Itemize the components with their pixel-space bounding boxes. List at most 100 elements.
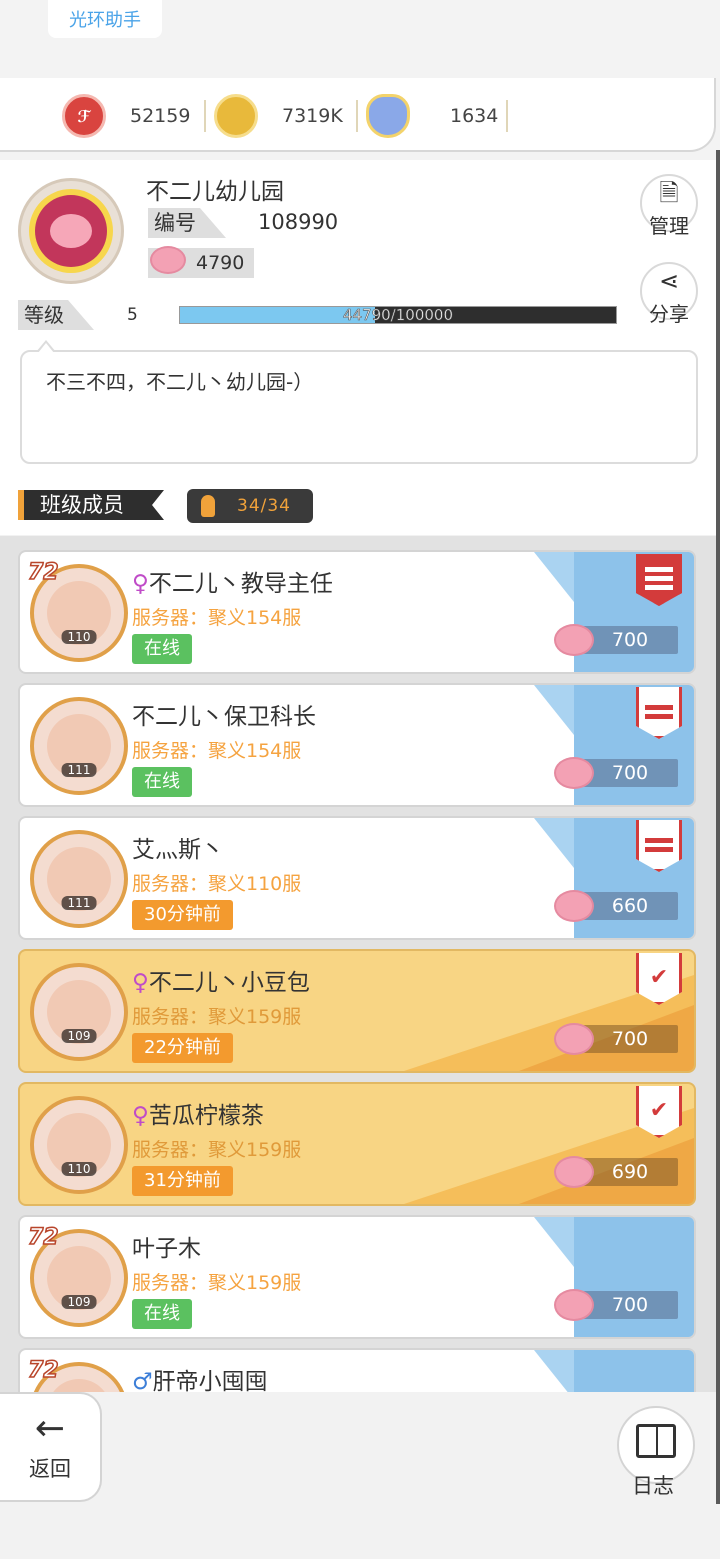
piggy-bank-icon <box>554 1289 594 1321</box>
member-avatar[interactable]: 110 <box>30 1096 128 1194</box>
gender-icon: ♀ <box>132 970 149 996</box>
member-name-line: 艾灬斯丶 <box>132 830 224 864</box>
member-card[interactable]: 72 ♂肝帝小囤囤 <box>18 1348 696 1392</box>
member-level: 109 <box>61 1295 97 1309</box>
member-contribution: 700 <box>554 1289 678 1321</box>
member-server: 服务器：聚义110服 <box>132 873 302 895</box>
club-logo <box>18 178 124 284</box>
member-count-badge: 34/34 <box>187 489 313 523</box>
member-level: 110 <box>61 1162 97 1176</box>
member-avatar[interactable]: 72 110 <box>27 559 128 662</box>
pig-value: 4790 <box>196 252 245 274</box>
club-name: 不二儿幼儿园 <box>146 179 284 205</box>
contribution-value: 690 <box>582 1158 678 1186</box>
member-status: 31分钟前 <box>132 1166 233 1196</box>
member-name: 叶子木 <box>132 1236 201 1262</box>
progress-text: 44790/100000 <box>342 306 454 324</box>
member-level: 110 <box>61 630 97 644</box>
member-name: 肝帝小囤囤 <box>152 1369 268 1392</box>
member-level: 111 <box>61 763 97 777</box>
share-button[interactable]: ⋖ 分享 <box>640 262 698 326</box>
member-name: 苦瓜柠檬茶 <box>148 1103 264 1129</box>
member-server: 服务器：聚义154服 <box>132 740 302 762</box>
member-count: 34/34 <box>237 496 291 516</box>
manage-button[interactable]: 🗎 管理 <box>640 174 698 238</box>
member-card[interactable]: 72 110 ♀不二儿丶教导主任 服务器：聚义154服 在线 700 <box>18 550 696 674</box>
member-server: 服务器：聚义159服 <box>132 1139 302 1161</box>
avatar-frame-badge: 72 <box>27 1224 59 1251</box>
share-icon: ⋖ <box>658 267 680 295</box>
id-value: 108990 <box>258 210 339 234</box>
back-label: 返回 <box>29 1457 71 1481</box>
contribution-value: 700 <box>582 626 678 654</box>
back-button[interactable]: ← 返回 <box>0 1392 102 1502</box>
member-contribution: 690 <box>554 1156 678 1188</box>
divider <box>506 100 508 132</box>
crystal-ring-icon <box>366 94 410 138</box>
helper-tag[interactable]: 光环助手 <box>48 0 162 38</box>
member-name-line: ♀苦瓜柠檬茶 <box>132 1096 264 1130</box>
contribution-value: 700 <box>582 1291 678 1319</box>
book-icon <box>636 1424 676 1458</box>
resource-crystal[interactable]: 1634 <box>366 94 499 138</box>
level-label: 等级 <box>18 300 94 330</box>
resource-bar: ℱ 52159 7319K 1634 <box>0 78 716 152</box>
top-header: 光环助手 ℱ 52159 7319K 1634 <box>0 0 720 160</box>
member-card[interactable]: 111 艾灬斯丶 服务器：聚义110服 30分钟前 660 <box>18 816 696 940</box>
member-server: 服务器：聚义159服 <box>132 1006 302 1028</box>
member-status: 在线 <box>132 767 192 797</box>
member-contribution: 700 <box>554 757 678 789</box>
gender-icon: ♂ <box>132 1369 153 1392</box>
piggy-bank-icon <box>554 624 594 656</box>
resource-coin[interactable]: 7319K <box>214 94 343 138</box>
piggy-bank-icon <box>554 890 594 922</box>
member-name: 不二儿丶小豆包 <box>148 970 310 996</box>
member-card[interactable]: 110 ♀苦瓜柠檬茶 服务器：聚义159服 31分钟前 ✔ 690 <box>18 1082 696 1206</box>
member-name-line: ♀不二儿丶教导主任 <box>132 564 333 598</box>
divider <box>356 100 358 132</box>
back-arrow-icon: ← <box>34 1408 66 1449</box>
member-status: 在线 <box>132 1299 192 1329</box>
log-label: 日志 <box>632 1474 674 1498</box>
manage-doc-icon: 🗎 <box>659 179 679 207</box>
member-status: 22分钟前 <box>132 1033 233 1063</box>
piggy-bank-icon <box>554 1023 594 1055</box>
member-server: 服务器：聚义159服 <box>132 1272 302 1294</box>
piggy-bank-icon <box>554 1156 594 1188</box>
member-avatar[interactable]: 72 <box>27 1357 128 1392</box>
resource-gem[interactable]: ℱ 52159 <box>62 94 190 138</box>
members-section-title: 班级成员 <box>18 490 164 520</box>
resource-value: 7319K <box>282 105 343 127</box>
bottom-bar: ← 返回 日志 <box>0 1392 720 1559</box>
member-card[interactable]: 109 ♀不二儿丶小豆包 服务器：聚义159服 22分钟前 ✔ 700 <box>18 949 696 1073</box>
member-avatar[interactable]: 72 109 <box>27 1224 128 1327</box>
avatar-frame-badge: 72 <box>27 559 59 586</box>
contribution-value: 700 <box>582 759 678 787</box>
piggy-bank-icon <box>150 246 186 274</box>
piggy-bank-icon <box>554 757 594 789</box>
gender-icon: ♀ <box>132 1103 149 1129</box>
member-contribution: 700 <box>554 1023 678 1055</box>
divider <box>204 100 206 132</box>
member-name-line: 叶子木 <box>132 1229 201 1263</box>
member-level: 111 <box>61 896 97 910</box>
member-name-line: ♂肝帝小囤囤 <box>132 1362 268 1392</box>
member-list[interactable]: 72 110 ♀不二儿丶教导主任 服务器：聚义154服 在线 700 111 不二儿丶保卫科长… <box>0 536 720 1392</box>
member-contribution: 700 <box>554 624 678 656</box>
member-status: 在线 <box>132 634 192 664</box>
resource-value: 1634 <box>450 105 499 127</box>
level-value: 5 <box>127 305 138 325</box>
card-decor <box>574 1350 694 1392</box>
member-card[interactable]: 111 不二儿丶保卫科长服务器：聚义154服在线 700 <box>18 683 696 807</box>
edge-divider <box>716 150 720 1504</box>
member-avatar[interactable]: 111 <box>30 697 128 795</box>
member-card[interactable]: 72 109 叶子木服务器：聚义159服在线 700 <box>18 1215 696 1339</box>
member-avatar[interactable]: 109 <box>30 963 128 1061</box>
pig-icon <box>50 214 92 248</box>
member-name-line: 不二儿丶保卫科长 <box>132 697 316 731</box>
manage-label: 管理 <box>649 214 689 238</box>
member-avatar[interactable]: 111 <box>30 830 128 928</box>
level-progress-bar: 44790/100000 <box>179 306 617 324</box>
gold-coin-icon <box>214 94 258 138</box>
member-name-line: ♀不二儿丶小豆包 <box>132 963 310 997</box>
